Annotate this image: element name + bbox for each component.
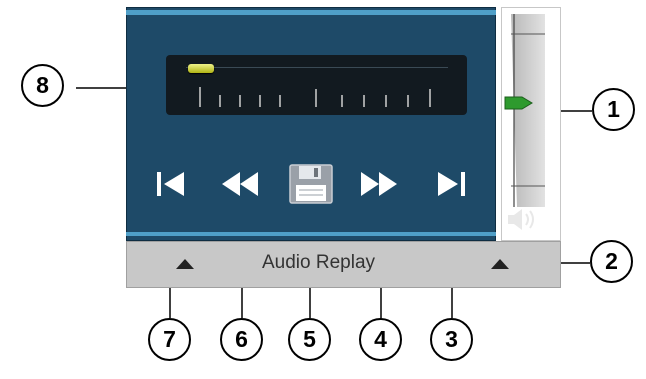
callout-7: 7: [148, 318, 191, 361]
callout-6: 6: [220, 318, 263, 361]
audio-replay-panel: [126, 7, 496, 241]
collapse-right-icon[interactable]: [491, 259, 509, 269]
callout-2: 2: [590, 240, 633, 283]
collapse-left-icon[interactable]: [176, 259, 194, 269]
rewind-button[interactable]: [218, 166, 262, 202]
seek-thumb[interactable]: [188, 64, 214, 73]
skip-to-end-button[interactable]: [430, 166, 474, 202]
panel-top-accent: [126, 10, 496, 15]
volume-slider-track[interactable]: [505, 12, 551, 227]
callout-5: 5: [288, 318, 331, 361]
skip-to-start-button[interactable]: [150, 166, 194, 202]
panel-bottom-accent: [126, 232, 496, 236]
fast-forward-button[interactable]: [357, 166, 401, 202]
callout-3: 3: [430, 318, 473, 361]
callout-1: 1: [592, 88, 635, 131]
panel-title: Audio Replay: [262, 252, 376, 273]
speaker-icon[interactable]: [506, 206, 540, 232]
callout-4: 4: [359, 318, 402, 361]
volume-thumb[interactable]: [504, 95, 534, 111]
callout-8: 8: [21, 64, 64, 107]
save-button[interactable]: [288, 163, 334, 205]
